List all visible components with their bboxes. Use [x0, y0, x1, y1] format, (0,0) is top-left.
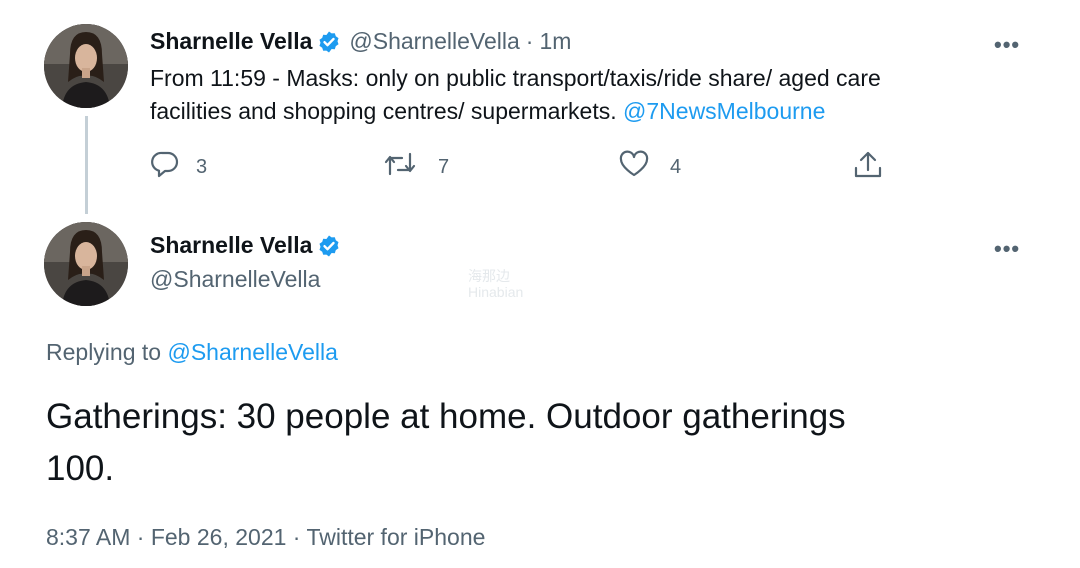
like-button[interactable]: 4 [618, 150, 681, 184]
tweet1-mention-link[interactable]: @7NewsMelbourne [623, 98, 825, 124]
tweet2-header: Sharnelle Vella [150, 232, 341, 259]
timestamp-date[interactable]: Feb 26, 2021 [151, 524, 287, 550]
tweet1-text-body: facilities and shopping centres/ superma… [150, 98, 624, 124]
share-button[interactable] [852, 150, 884, 186]
like-icon [618, 150, 650, 184]
reply-icon [150, 150, 180, 184]
retweet-icon [382, 150, 418, 184]
tweet2-metadata: 8:37 AM · Feb 26, 2021 · Twitter for iPh… [46, 524, 485, 551]
replying-handle-link[interactable]: @SharnelleVella [167, 339, 337, 365]
replying-to: Replying to @SharnelleVella [46, 339, 338, 366]
retweet-button[interactable]: 7 [382, 150, 449, 184]
tweet1-text-line1: From 11:59 - Masks: only on public trans… [150, 65, 881, 91]
tweet1-author-handle[interactable]: @SharnelleVella [349, 28, 519, 55]
tweet-source-link[interactable]: Twitter for iPhone [306, 524, 485, 550]
tweet2-text-line1: Gatherings: 30 people at home. Outdoor g… [46, 397, 846, 436]
tweet2-author-name[interactable]: Sharnelle Vella [150, 232, 312, 259]
share-icon [852, 150, 884, 186]
reply-count: 3 [196, 155, 208, 178]
timestamp-time[interactable]: 8:37 AM [46, 524, 130, 550]
tweet2-author-handle[interactable]: @SharnelleVella [150, 266, 320, 293]
tweet2-text-line2: 100. [46, 449, 115, 488]
tweet1-author-name[interactable]: Sharnelle Vella [150, 28, 312, 55]
more-icon[interactable]: ••• [994, 238, 1020, 260]
verified-badge-icon [317, 234, 341, 258]
like-count: 4 [670, 155, 682, 178]
watermark: 海那边 Hinabian [468, 268, 523, 300]
retweet-count: 7 [438, 155, 450, 178]
tweet1-header: Sharnelle Vella @SharnelleVella · 1m [150, 28, 571, 55]
reply-button[interactable]: 3 [150, 150, 207, 184]
tweet1-time[interactable]: 1m [539, 28, 571, 55]
watermark-line2: Hinabian [468, 284, 524, 300]
thread-connector-line [85, 116, 88, 214]
watermark-line1: 海那边 [468, 268, 510, 284]
meta-separator: · [286, 524, 307, 550]
avatar-tweet1[interactable] [44, 24, 128, 108]
tweet1-text: From 11:59 - Masks: only on public trans… [150, 62, 1030, 128]
verified-badge-icon [317, 30, 341, 54]
tweet1-separator: · [525, 28, 534, 54]
more-icon[interactable]: ••• [994, 34, 1020, 56]
tweet1-text-line2: facilities and shopping centres/ superma… [150, 95, 1030, 128]
tweet2-text: Gatherings: 30 people at home. Outdoor g… [46, 391, 1046, 495]
meta-separator: · [130, 524, 151, 550]
replying-prefix: Replying to [46, 339, 168, 365]
avatar-tweet2[interactable] [44, 222, 128, 306]
